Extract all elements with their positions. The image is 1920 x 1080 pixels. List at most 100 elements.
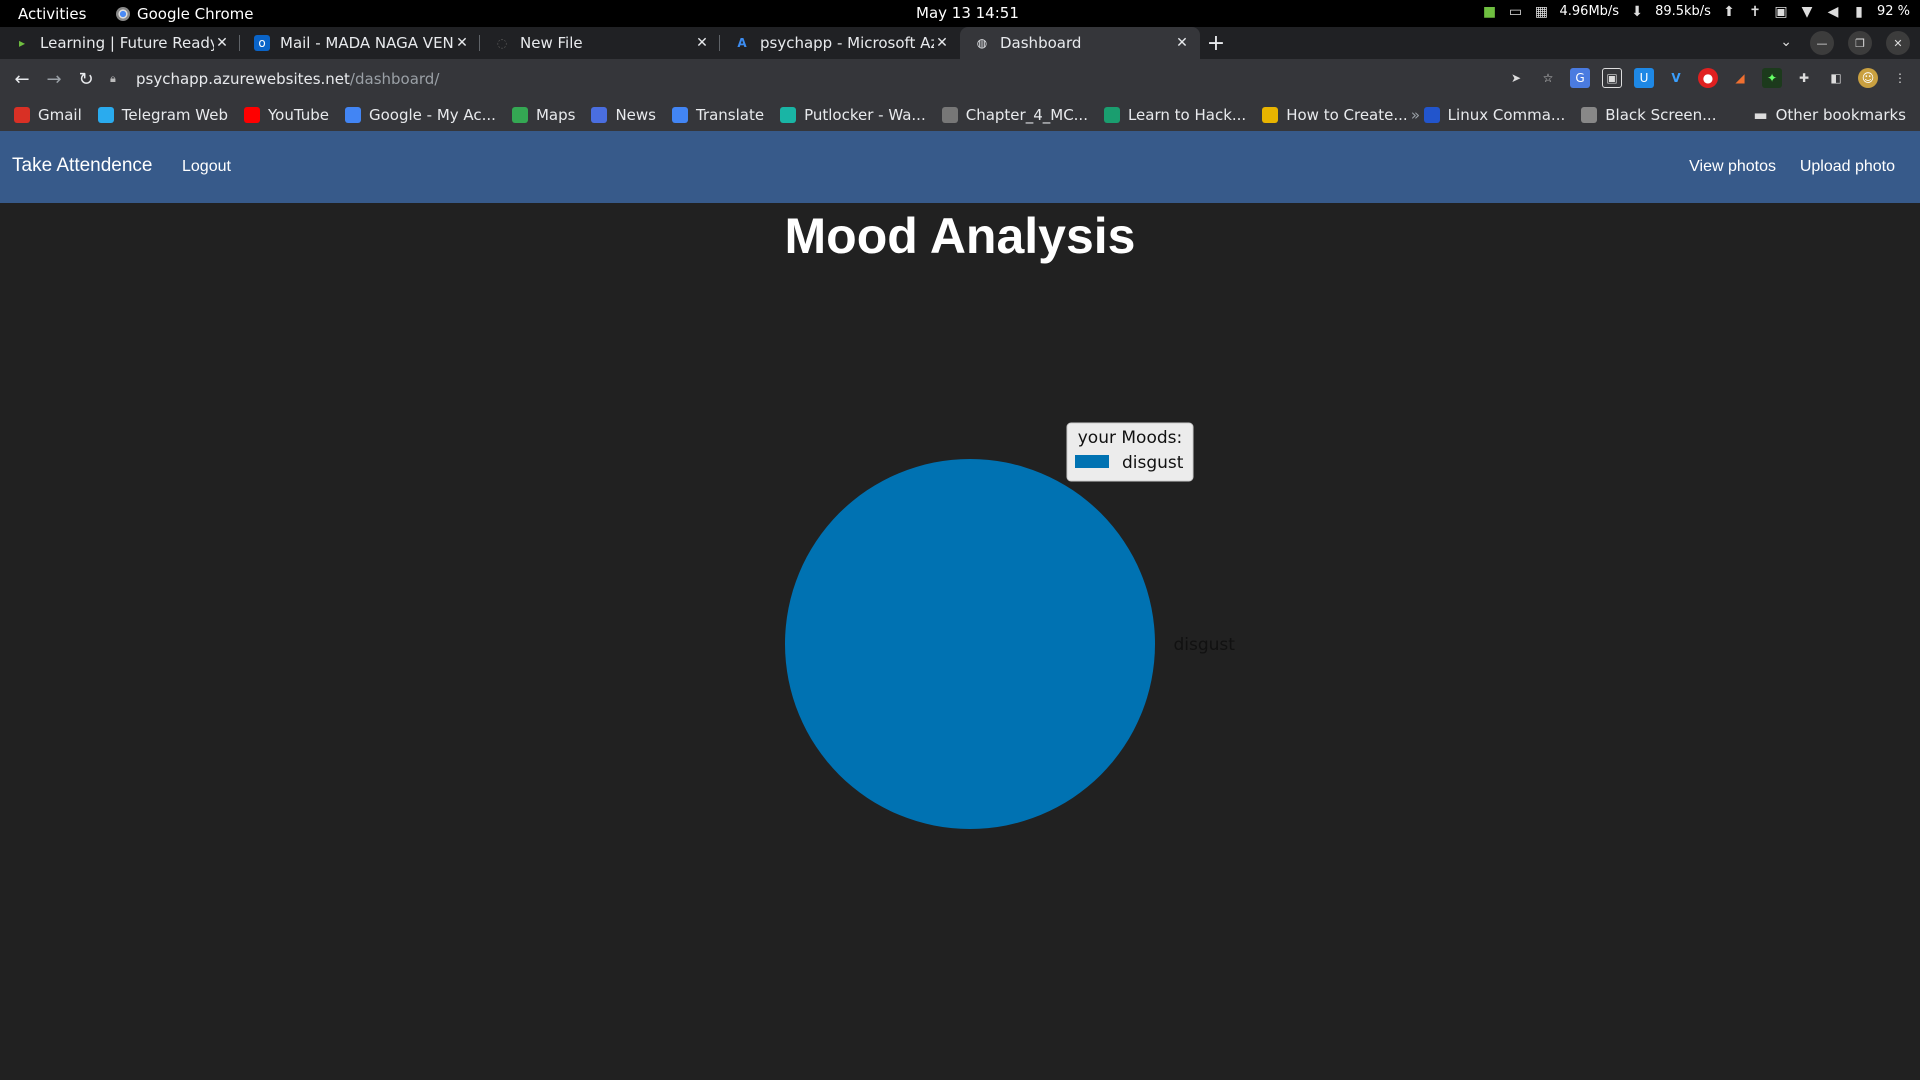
bookmark-item[interactable]: Black Screen... [1581, 106, 1716, 124]
learning-favicon: ▸ [18, 36, 26, 50]
pie-slice-disgust [785, 459, 1155, 829]
lock-icon[interactable]: 🔒︎ [110, 72, 124, 86]
tab-search-chevron-icon[interactable]: ⌄ [1780, 34, 1792, 50]
bookmark-item[interactable]: Gmail [14, 106, 82, 124]
side-panel-icon[interactable]: ◧ [1826, 68, 1846, 88]
logout-link[interactable]: Logout [182, 158, 231, 176]
bookmark-item[interactable]: How to Create... [1262, 106, 1408, 124]
hack-icon [1103, 107, 1120, 123]
net-up-speed: 89.5kb/s [1655, 4, 1711, 19]
bookmark-label: Putlocker - Wa... [804, 106, 926, 124]
putlocker-icon [780, 107, 797, 123]
close-window-icon[interactable]: ✕ [1886, 31, 1910, 55]
bookmark-item[interactable]: Google - My Ac... [344, 106, 496, 124]
u-extension-icon[interactable]: U [1634, 68, 1654, 88]
close-icon[interactable]: ✕ [214, 35, 230, 51]
close-icon[interactable]: ✕ [1174, 35, 1190, 51]
avatar[interactable]: ☺ [1858, 68, 1878, 88]
close-icon[interactable]: ✕ [454, 35, 470, 51]
reload-icon[interactable]: ↻ [70, 63, 102, 95]
upload-photo-link[interactable]: Upload photo [1800, 158, 1895, 176]
chrome-icon [116, 7, 130, 21]
volume-icon: ◀ [1827, 3, 1839, 20]
bookmark-label: Translate [695, 106, 765, 124]
other-bookmarks[interactable]: ▬ Other bookmarks [1753, 106, 1906, 124]
tab-azure[interactable]: A psychapp - Microsoft Azu ✕ [720, 27, 960, 59]
tab-strip: ▸ Learning | Future Ready T ✕ o Mail - M… [0, 27, 1920, 59]
bookmark-label: Telegram Web [121, 106, 228, 124]
bookmark-item[interactable]: Maps [511, 106, 575, 124]
azure-favicon: A [737, 36, 747, 50]
workspace-icon: ▦ [1534, 3, 1549, 20]
tab-title: New File [520, 34, 583, 52]
bookmark-item[interactable]: Learn to Hack... [1103, 106, 1247, 124]
chart-legend: your Moods: disgust [1066, 422, 1194, 482]
tab-learning[interactable]: ▸ Learning | Future Ready T ✕ [0, 27, 240, 59]
bookmark-item[interactable]: YouTube [243, 106, 329, 124]
translate-icon [671, 107, 688, 123]
tab-dashboard[interactable]: ◍ Dashboard ✕ [960, 27, 1200, 59]
bookmark-label: Learn to Hack... [1127, 106, 1247, 124]
new-tab-button[interactable]: + [1200, 27, 1232, 59]
bookmark-item[interactable]: Chapter_4_MC... [941, 106, 1088, 124]
legend-entry: disgust [1122, 453, 1184, 473]
close-icon[interactable]: ✕ [934, 35, 950, 51]
bookmark-label: YouTube [267, 106, 329, 124]
back-arrow-icon[interactable]: ← [6, 63, 38, 95]
minimize-icon[interactable]: — [1810, 31, 1834, 55]
url-path: /dashboard/ [349, 70, 440, 88]
page-title: Mood Analysis [784, 208, 1136, 264]
bookmark-item[interactable]: Putlocker - Wa... [780, 106, 926, 124]
tab-title: psychapp - Microsoft Azu [760, 34, 934, 52]
address-bar[interactable]: 🔒︎ psychapp.azurewebsites.net/dashboard/ [110, 64, 1550, 94]
orange-extension-icon[interactable]: ◢ [1730, 68, 1750, 88]
close-icon[interactable]: ✕ [694, 35, 710, 51]
legend-swatch [1075, 455, 1109, 468]
bookmark-item[interactable]: Linux Comma... [1423, 106, 1565, 124]
app-menu[interactable]: Google Chrome [116, 5, 254, 23]
red-extension-icon[interactable]: ● [1698, 68, 1718, 88]
globe-favicon: ◍ [976, 36, 988, 50]
bookmark-star-icon[interactable]: ☆ [1538, 68, 1558, 88]
screenshot-extension-icon[interactable]: ▣ [1602, 68, 1622, 88]
puzzle-extensions-icon[interactable]: ✚ [1794, 68, 1814, 88]
tab-title: Dashboard [1000, 34, 1082, 52]
send-tab-icon[interactable]: ➤ [1506, 68, 1526, 88]
forward-arrow-icon[interactable]: → [38, 63, 70, 95]
window-controls: — ❐ ✕ [1810, 31, 1910, 55]
blackscreen-icon [1581, 107, 1598, 123]
app-navbar: Take Attendence Logout View photos Uploa… [0, 131, 1920, 203]
activities-button[interactable]: Activities [18, 5, 86, 23]
bookmark-label: How to Create... [1286, 106, 1408, 124]
system-top-bar: Activities Google Chrome May 13 14:51 ■ … [0, 0, 1920, 27]
k-icon [1262, 107, 1279, 123]
update-icon: ■ [1482, 3, 1497, 20]
system-tray[interactable]: ■ ▭ ▦ 4.96Mb/s ⬇ 89.5kb/s ⬆ ✝ ▣ ▼ ◀ ▮ 92 % [1482, 3, 1910, 20]
wifi-icon: ▼ [1801, 3, 1813, 20]
clock[interactable]: May 13 14:51 [916, 4, 1019, 22]
bookmarks-bar: Gmail Telegram Web YouTube Google - My Ac..… [0, 99, 1920, 131]
bookmark-item[interactable]: Telegram Web [97, 106, 228, 124]
upload-arrow-icon: ⬆ [1723, 3, 1735, 20]
view-photos-link[interactable]: View photos [1689, 158, 1776, 176]
green-extension-icon[interactable]: ✦ [1762, 68, 1782, 88]
v-extension-icon[interactable]: V [1666, 68, 1686, 88]
translate-extension-icon[interactable]: G [1570, 68, 1590, 88]
keyboard-icon: ▭ [1508, 3, 1523, 20]
bookmark-item[interactable]: Translate [671, 106, 765, 124]
maps-icon [511, 107, 528, 123]
more-bookmarks-chevron-icon[interactable]: » [1411, 106, 1420, 124]
news-icon [591, 107, 608, 123]
tab-new-file[interactable]: ◌ New File ✕ [480, 27, 720, 59]
bookmark-label: Black Screen... [1605, 106, 1717, 124]
linux-icon [1423, 107, 1440, 123]
bookmark-item[interactable]: News [591, 106, 656, 124]
restore-icon[interactable]: ❐ [1848, 31, 1872, 55]
kebab-menu-icon[interactable]: ⋮ [1890, 68, 1910, 88]
battery-icon: ▮ [1855, 3, 1863, 20]
brand-link[interactable]: Take Attendence [12, 155, 153, 177]
tab-mail[interactable]: o Mail - MADA NAGA VENKA ✕ [240, 27, 480, 59]
tab-title: Mail - MADA NAGA VENKA [280, 34, 454, 52]
other-bookmarks-label: Other bookmarks [1775, 106, 1906, 124]
net-down-speed: 4.96Mb/s [1559, 4, 1620, 19]
